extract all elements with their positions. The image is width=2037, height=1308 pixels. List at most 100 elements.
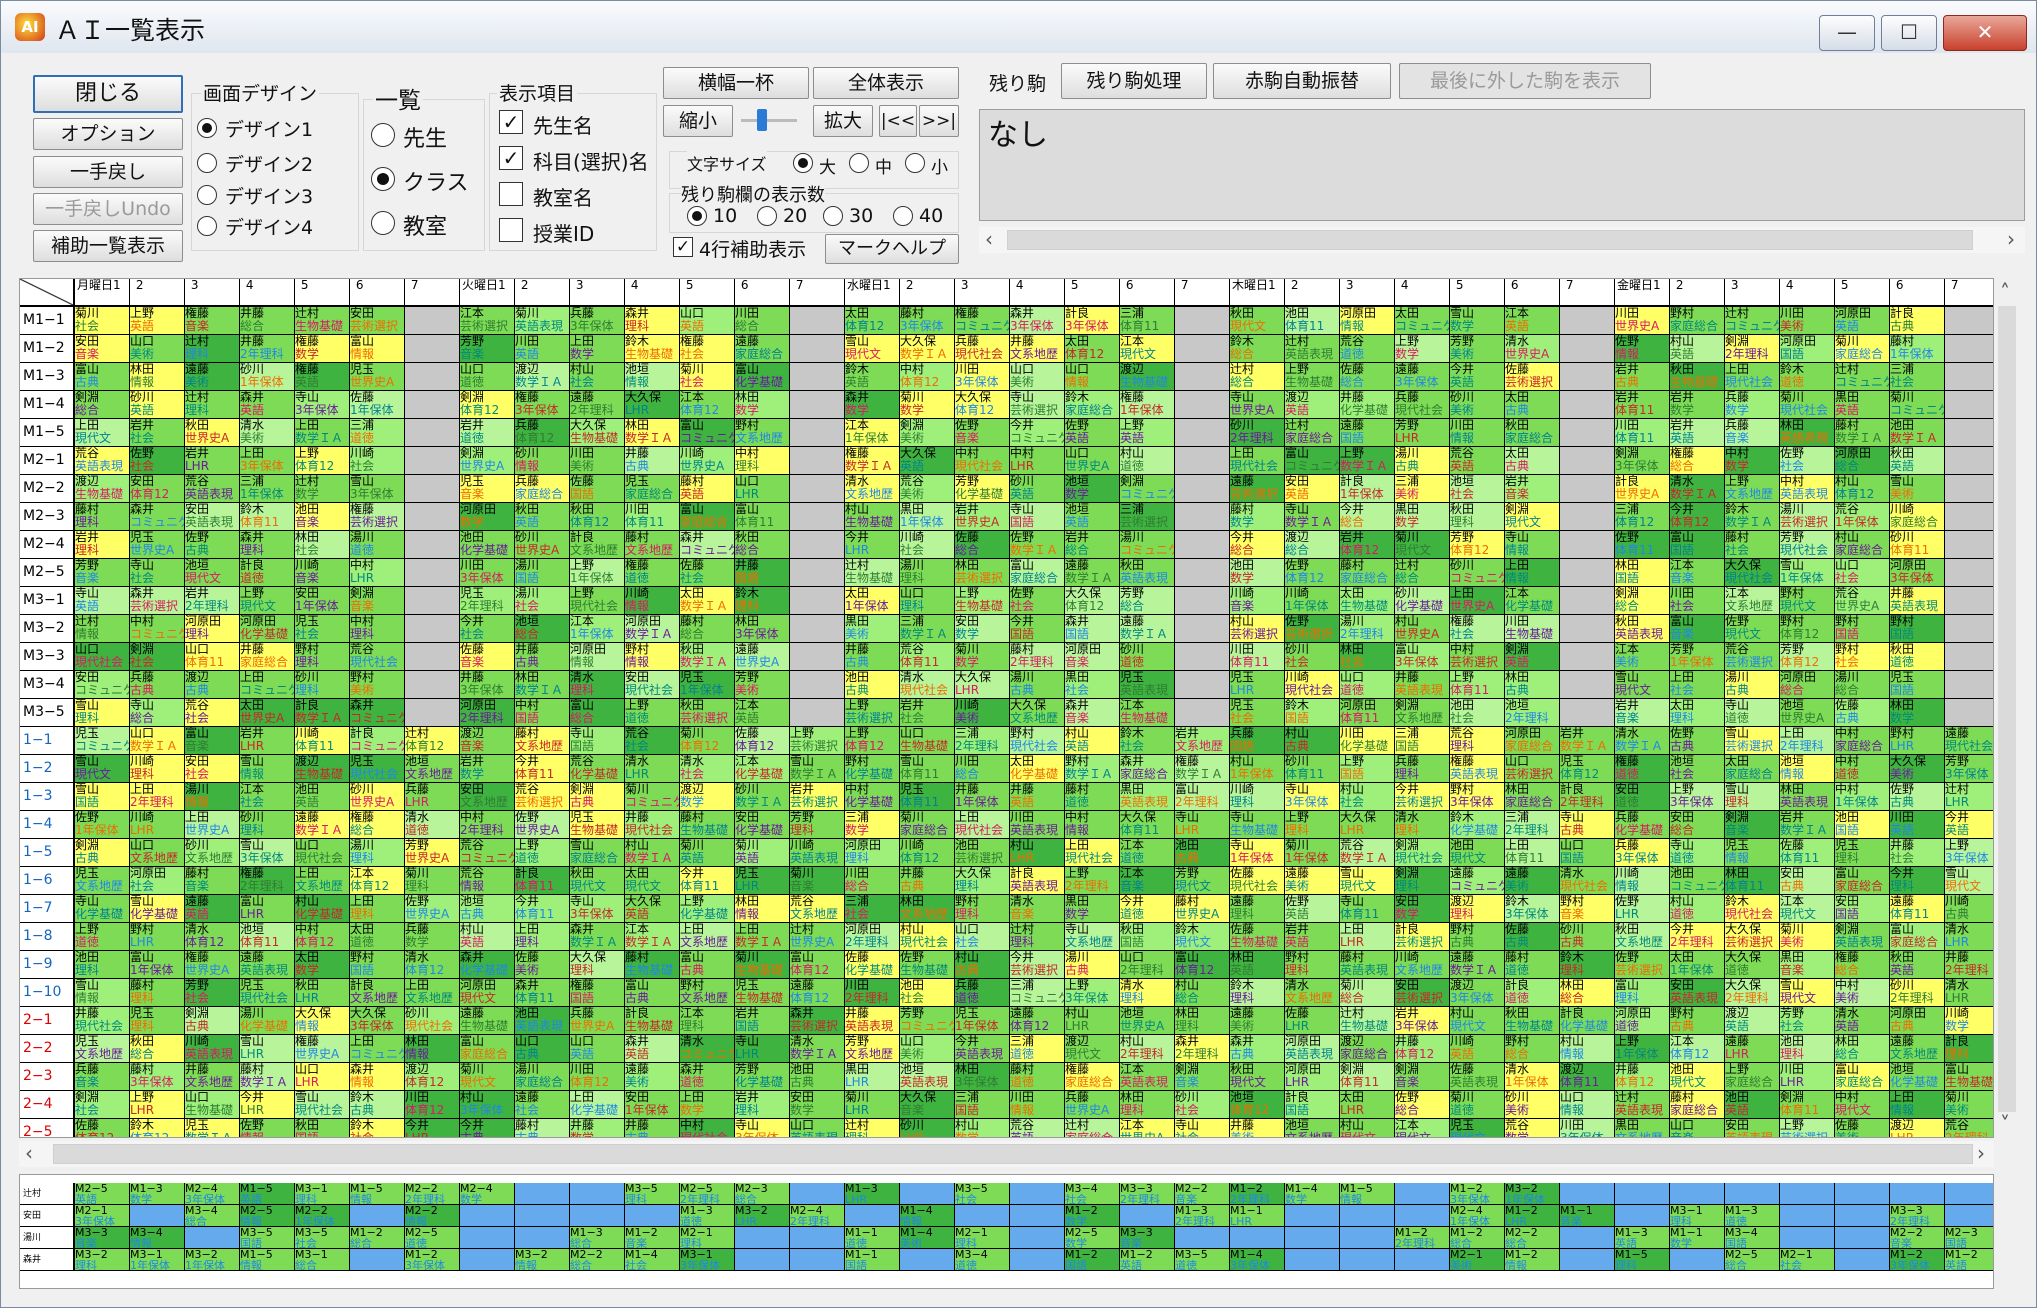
lesson-cell[interactable]: 野村 化学基礎 [845, 755, 900, 783]
aux-cell[interactable]: M2−1 3年保体 [75, 1205, 130, 1227]
lesson-cell[interactable]: 中村 英語表現 [1780, 475, 1835, 503]
lesson-cell[interactable]: 野村 総合 [1505, 1035, 1560, 1063]
lesson-cell[interactable]: 今井 社会 [460, 615, 515, 643]
lesson-cell[interactable]: 鈴木 家庭総合 [1065, 391, 1120, 419]
lesson-cell[interactable]: 上田 数学 [680, 1091, 735, 1119]
lesson-cell[interactable]: 池垣 文系地歴 [405, 755, 460, 783]
grid-vscroll[interactable]: ˄ ˅ [1995, 278, 2019, 1138]
period-header[interactable]: 4 [625, 279, 680, 307]
lesson-cell[interactable]: 剣淵 英語 [1505, 643, 1560, 671]
lesson-cell[interactable]: 野村 国語 [1835, 615, 1890, 643]
class-row-label[interactable]: M2−2 [20, 475, 75, 503]
lesson-cell[interactable]: 児玉 国語 [1890, 671, 1945, 699]
aux-cell[interactable]: M1−1 国語 [845, 1249, 900, 1271]
lesson-cell[interactable]: 藤村 総合 [680, 615, 735, 643]
lesson-cell[interactable]: 三浦 コミュニケ [1010, 979, 1065, 1007]
lesson-cell[interactable]: 林田 社会 [295, 531, 350, 559]
lesson-cell[interactable]: 兵藤 世界史A [570, 1007, 625, 1035]
lesson-cell[interactable]: 池垣 古典 [460, 895, 515, 923]
lesson-cell[interactable]: 雪山 理科 [1725, 783, 1780, 811]
aux-cell[interactable] [1230, 1227, 1285, 1249]
lesson-cell[interactable]: 菊川 数学 [955, 643, 1010, 671]
lesson-cell[interactable]: 清水 音楽 [1010, 895, 1065, 923]
lesson-cell[interactable]: 寺山 数学ＩＡ [1285, 503, 1340, 531]
lesson-cell[interactable] [1560, 559, 1615, 587]
lesson-cell[interactable]: 池田 古典 [845, 671, 900, 699]
lesson-cell[interactable]: 川崎 美術 [955, 699, 1010, 727]
lesson-cell[interactable]: 大久保 情報 [295, 1007, 350, 1035]
lesson-cell[interactable]: 児玉 LHR [735, 867, 790, 895]
lesson-cell[interactable]: 太田 数学 [295, 951, 350, 979]
lesson-cell[interactable]: 森井 理科 [240, 531, 295, 559]
lesson-cell[interactable]: 砂川 英語 [1010, 475, 1065, 503]
aux-cell[interactable] [790, 1183, 845, 1205]
aux-cell[interactable]: M1−1 数学 [1670, 1227, 1725, 1249]
lesson-cell[interactable]: 村山 LHR [1010, 839, 1065, 867]
lesson-cell[interactable]: 鈴木 理科 [735, 587, 790, 615]
lesson-cell[interactable]: 江本 芸術選択 [460, 307, 515, 335]
lesson-cell[interactable]: 今井 LHR [405, 1119, 460, 1137]
lesson-cell[interactable]: 児玉 体育12 [1560, 755, 1615, 783]
lesson-cell[interactable]: 富山 3年保体 [1395, 643, 1450, 671]
aux-cell[interactable] [570, 1205, 625, 1227]
lesson-cell[interactable]: 村山 数学 [955, 1119, 1010, 1137]
lesson-cell[interactable]: 寺山 情報 [1505, 531, 1560, 559]
aux-cell[interactable] [1670, 1249, 1725, 1271]
lesson-cell[interactable]: 佐野 体育11 [1615, 531, 1670, 559]
aux-cell[interactable] [1120, 1205, 1175, 1227]
lesson-cell[interactable]: 湯川 理科 [900, 559, 955, 587]
lesson-cell[interactable]: 秋田 理科 [1450, 503, 1505, 531]
lesson-cell[interactable]: 兵藤 現代社会 [955, 335, 1010, 363]
lesson-cell[interactable]: 山口 英語表現 [790, 1119, 845, 1137]
lesson-cell[interactable]: 上野 芸術選択 [1780, 1119, 1835, 1137]
lesson-cell[interactable]: 遠藤 世界史A [735, 643, 790, 671]
lesson-cell[interactable]: 芳野 化学基礎 [955, 475, 1010, 503]
lesson-cell[interactable]: 藤村 3年保体 [130, 1063, 185, 1091]
lesson-cell[interactable]: 剣淵 現代文 [1505, 503, 1560, 531]
lesson-cell[interactable]: 上野 体育12 [845, 727, 900, 755]
lesson-cell[interactable]: 菊川 コミュニケ [625, 783, 680, 811]
lesson-cell[interactable]: 今井 道徳 [1120, 895, 1175, 923]
lesson-cell[interactable]: 山口 音楽 [1670, 1119, 1725, 1137]
lesson-cell[interactable]: 鈴木 社会 [1120, 727, 1175, 755]
grid-vscroll-thumb[interactable] [1998, 306, 2016, 1112]
lesson-cell[interactable]: 中村 道徳 [1835, 755, 1890, 783]
lesson-cell[interactable]: 鈴木 古典 [350, 1091, 405, 1119]
lesson-cell[interactable]: 雪山 現代社会 [295, 1091, 350, 1119]
lesson-cell[interactable]: 山口 理科 [900, 587, 955, 615]
aux-cell[interactable]: M1−2 総合 [1450, 1227, 1505, 1249]
lesson-cell[interactable]: 山口 文系地歴 [130, 839, 185, 867]
lesson-cell[interactable]: 井藤 文系地歴 [185, 1063, 240, 1091]
lesson-cell[interactable]: 権藤 数学ＩＡ [1175, 755, 1230, 783]
lesson-cell[interactable]: 川崎 音楽 [295, 559, 350, 587]
lesson-cell[interactable]: 村山 生物基礎 [845, 503, 900, 531]
aux-cell[interactable]: M2−5 道徳 [405, 1227, 460, 1249]
lesson-cell[interactable]: 湯川 道徳 [350, 531, 405, 559]
lesson-cell[interactable]: 鈴木 総合 [1230, 335, 1285, 363]
lesson-cell[interactable]: 遠藤 理科 [1230, 895, 1285, 923]
lesson-cell[interactable]: 太田 家庭総合 [1725, 755, 1780, 783]
lesson-cell[interactable]: 富山 2年理科 [1175, 783, 1230, 811]
lesson-cell[interactable]: 井藤 3年保体 [460, 671, 515, 699]
lesson-cell[interactable]: 佐藤 古典 [1835, 699, 1890, 727]
lesson-cell[interactable]: 今井 芸術選択 [1395, 783, 1450, 811]
lesson-cell[interactable]: 計良 古典 [1890, 307, 1945, 335]
aux-cell[interactable]: M2−5 2年理科 [680, 1183, 735, 1205]
lesson-cell[interactable]: 池田 体育11 [1285, 307, 1340, 335]
lesson-cell[interactable]: 今井 古典 [460, 1119, 515, 1137]
lesson-cell[interactable]: 川田 3年保体 [460, 559, 515, 587]
lesson-cell[interactable]: 富山 家庭総合 [680, 503, 735, 531]
lesson-cell[interactable]: 鈴木 理科 [1230, 979, 1285, 1007]
class-row-label[interactable]: 1−8 [20, 923, 75, 951]
lesson-cell[interactable] [1560, 475, 1615, 503]
lesson-cell[interactable] [790, 587, 845, 615]
lesson-cell[interactable]: 上田 現代文 [75, 419, 130, 447]
aux-cell[interactable]: M1−5 英語 [240, 1183, 295, 1205]
aux-cell[interactable] [1835, 1227, 1890, 1249]
aux-cell[interactable] [900, 1249, 955, 1271]
lesson-cell[interactable]: 井藤 美術 [1230, 1119, 1285, 1137]
lesson-cell[interactable]: 岩井 数学 [1670, 391, 1725, 419]
period-header[interactable]: 水曜日1 [845, 279, 900, 307]
lesson-cell[interactable]: 渡辺 英語 [1285, 391, 1340, 419]
lesson-cell[interactable]: 上田 数学 [570, 335, 625, 363]
